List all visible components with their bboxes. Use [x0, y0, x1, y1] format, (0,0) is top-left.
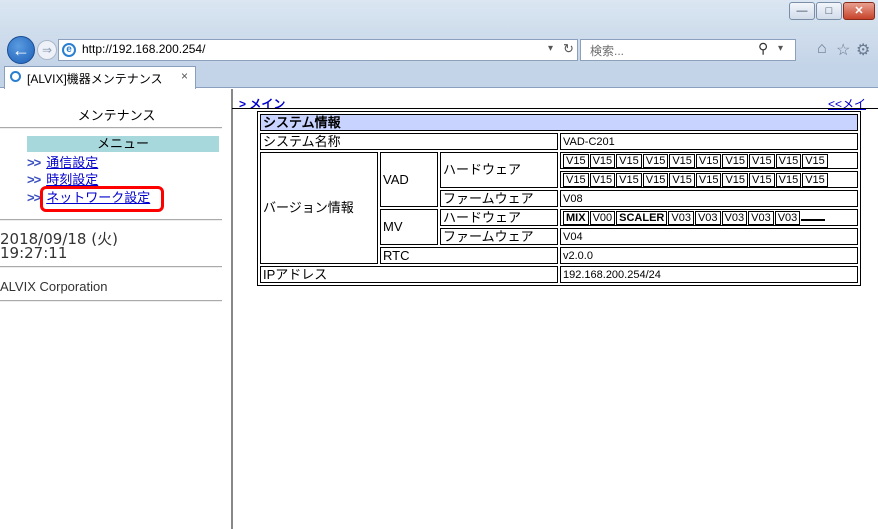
- forward-button[interactable]: ⇒: [37, 40, 57, 60]
- tab-ie-icon: [10, 71, 21, 82]
- version-cell: V15: [669, 153, 695, 168]
- time-text: 19:27:11: [0, 244, 68, 262]
- tab-close-icon[interactable]: ×: [181, 69, 188, 83]
- version-label: バージョン情報: [260, 152, 378, 264]
- menu-arrow: >>: [27, 172, 41, 187]
- mv-label: MV: [380, 209, 438, 245]
- version-cell: V03: [721, 210, 748, 225]
- breadcrumb: > メイン: [239, 97, 286, 111]
- version-cell: V15: [722, 153, 749, 168]
- maximize-button[interactable]: □: [816, 2, 842, 20]
- rtc-value: v2.0.0: [560, 247, 858, 264]
- version-cell: V15: [642, 172, 669, 187]
- mv-fw-value: V04: [560, 228, 858, 245]
- window-titlebar: [0, 0, 878, 36]
- divider: [0, 219, 222, 221]
- address-dropdown-icon[interactable]: ▾: [548, 43, 553, 54]
- vad-hardware-label: ハードウェア: [440, 152, 558, 188]
- favorites-star-icon[interactable]: ☆: [836, 40, 850, 60]
- back-button[interactable]: ←: [7, 36, 35, 64]
- version-cell: [801, 218, 826, 221]
- version-cell: V15: [669, 172, 695, 187]
- ie-icon: e: [62, 43, 76, 57]
- version-cell: V03: [694, 210, 721, 225]
- version-cell: MIX: [563, 210, 589, 225]
- version-cell: V15: [589, 153, 616, 168]
- version-cell: V15: [563, 172, 589, 187]
- menu-arrow: >>: [27, 190, 41, 205]
- home-icon[interactable]: ⌂: [817, 40, 827, 58]
- company-name: ALVIX Corporation: [0, 279, 108, 294]
- menu-item-communication[interactable]: >> 通信設定: [27, 155, 219, 172]
- system-name-label: システム名称: [260, 133, 558, 150]
- minimize-button[interactable]: —: [789, 2, 815, 20]
- version-cell: V15: [642, 153, 669, 168]
- left-title: メンテナンス: [77, 108, 156, 123]
- tab-title[interactable]: [ALVIX]機器メンテナンス: [27, 70, 163, 87]
- version-cell: V00: [589, 210, 616, 225]
- menu-header: メニュー: [27, 136, 219, 152]
- version-cell: V03: [774, 210, 801, 225]
- url-text[interactable]: http://192.168.200.254/: [82, 42, 205, 56]
- version-cell: V15: [802, 172, 828, 187]
- divider: [0, 300, 222, 302]
- section-title: システム情報: [260, 114, 858, 131]
- system-name-value: VAD-C201: [560, 133, 858, 150]
- close-window-button[interactable]: ✕: [843, 2, 875, 20]
- search-placeholder: 検索...: [590, 44, 625, 58]
- version-cell: V15: [695, 172, 722, 187]
- version-cell: V15: [775, 172, 802, 187]
- menu-arrow: >>: [27, 155, 41, 170]
- ip-value: 192.168.200.254/24: [560, 266, 858, 283]
- search-icon[interactable]: ⚲: [758, 40, 768, 57]
- system-info-table: システム情報 システム名称 VAD-C201 バージョン情報 VAD ハードウェ…: [257, 111, 861, 286]
- vad-fw-value: V08: [560, 190, 858, 207]
- version-cell: V15: [775, 153, 802, 168]
- version-cell: V15: [722, 172, 749, 187]
- version-cell: V15: [616, 153, 642, 168]
- version-cell: V03: [668, 210, 694, 225]
- version-cell: V15: [695, 153, 722, 168]
- network-setting-highlight: [40, 186, 164, 212]
- menu-link-time[interactable]: 時刻設定: [46, 172, 98, 187]
- version-cell: SCALER: [616, 210, 668, 225]
- version-cell: V15: [589, 172, 616, 187]
- version-cell: V15: [563, 153, 589, 168]
- vad-label: VAD: [380, 152, 438, 207]
- rtc-label: RTC: [380, 247, 558, 264]
- version-cell: V15: [802, 153, 828, 168]
- search-dropdown-icon[interactable]: ▾: [778, 43, 783, 54]
- version-cell: V15: [749, 172, 775, 187]
- version-cell: V15: [616, 172, 642, 187]
- ip-label: IPアドレス: [260, 266, 558, 283]
- divider: [0, 266, 222, 268]
- version-cell: V03: [748, 210, 774, 225]
- menu-link-communication[interactable]: 通信設定: [46, 155, 98, 170]
- vad-hw-row1: V15 V15 V15 V15 V15 V15 V15 V15 V15 V15: [560, 152, 858, 169]
- version-cell: V15: [749, 153, 775, 168]
- breadcrumb-divider: [232, 108, 878, 109]
- divider: [0, 127, 222, 129]
- mv-firmware-label: ファームウェア: [440, 228, 558, 245]
- settings-gear-icon[interactable]: ⚙: [856, 40, 870, 60]
- datetime-display: 2018/09/18 (火) 19:27:11: [0, 232, 118, 262]
- mv-hardware-label: ハードウェア: [440, 209, 558, 226]
- vad-firmware-label: ファームウェア: [440, 190, 558, 207]
- refresh-icon[interactable]: ↻: [563, 41, 574, 57]
- mv-hw-row: MIX V00 SCALER V03 V03 V03 V03 V03: [560, 209, 858, 226]
- vad-hw-row2: V15 V15 V15 V15 V15 V15 V15 V15 V15 V15: [560, 171, 858, 188]
